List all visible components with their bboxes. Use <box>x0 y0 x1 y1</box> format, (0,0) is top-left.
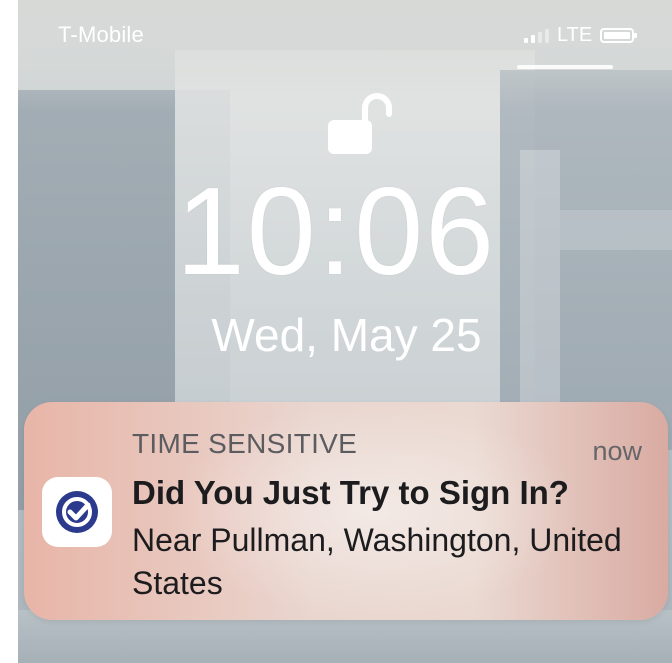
lock-open-icon <box>325 88 395 158</box>
checkmark-badge-icon <box>42 477 112 547</box>
control-center-indicator[interactable] <box>517 65 613 69</box>
status-indicators: LTE <box>524 22 638 48</box>
status-bar: T-Mobile LTE <box>0 0 672 70</box>
carrier-name: T-Mobile <box>58 22 144 47</box>
network-type: LTE <box>557 23 593 46</box>
notification-card[interactable]: TIME SENSITIVE now Did You Just Try to S… <box>24 402 668 620</box>
signal-bars-icon <box>524 27 549 43</box>
notification-body: Near Pullman, Washington, United States <box>132 522 622 601</box>
notification-time: now <box>592 436 642 466</box>
battery-icon <box>600 27 638 43</box>
notification-label: TIME SENSITIVE <box>132 428 358 459</box>
notification-title: Did You Just Try to Sign In? <box>132 474 569 511</box>
lock-screen-date: Wed, May 25 <box>211 309 482 361</box>
lock-screen-time: 10:06 <box>175 163 497 301</box>
